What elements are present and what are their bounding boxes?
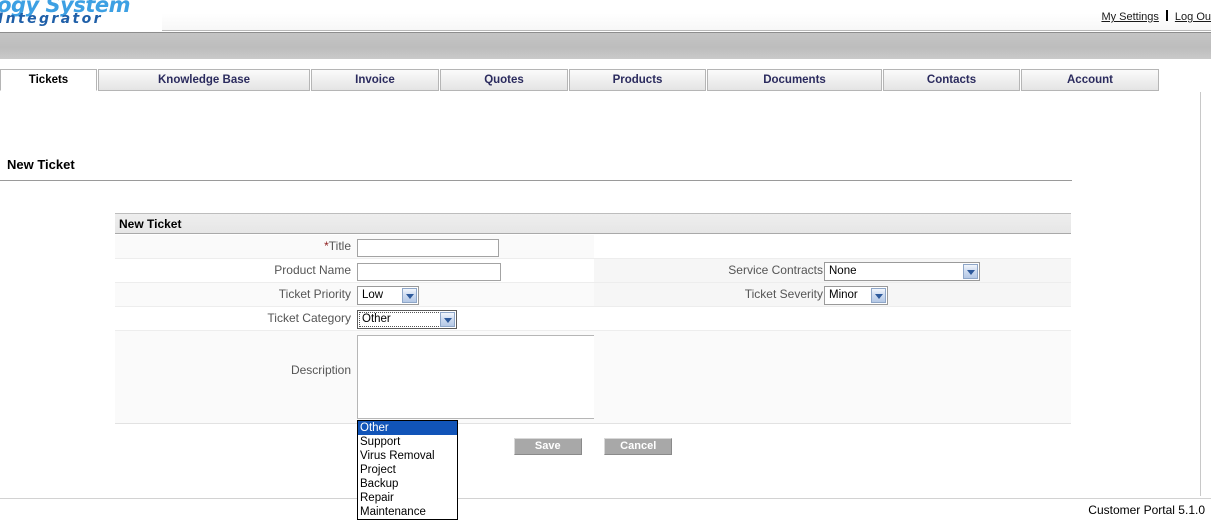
service-contracts-select[interactable]: None [824,262,980,281]
dropdown-option-support[interactable]: Support [358,435,457,449]
form-rows: *Title Product Name Service Contracts No… [115,235,1071,424]
ticket-priority-select[interactable]: Low [357,286,419,305]
ticket-category-dropdown-list[interactable]: Other Support Virus Removal Project Backup Re… [357,420,458,520]
tab-list: Tickets Knowledge Base Invoice Quotes Produc… [0,69,1160,91]
chevron-down-icon[interactable] [440,312,455,327]
chevron-down-icon[interactable] [963,264,978,279]
form-cell-ticket-severity: Ticket Severity Minor [594,283,1071,306]
title-field-wrap [357,238,499,257]
page-title-rule [0,180,1072,181]
form-cell-ticket-priority: Ticket Priority Low [115,283,594,306]
product-name-field-wrap [357,262,501,281]
company-logo: nology System Integrator [0,0,162,32]
service-contracts-value: None [829,265,857,277]
tab-quotes[interactable]: Quotes [440,69,568,91]
ticket-category-label: Ticket Category [267,311,351,325]
form-row-title: *Title [115,235,1071,259]
form-cell-product-name: Product Name [115,259,594,282]
ticket-severity-select[interactable]: Minor [824,286,888,305]
tab-contacts[interactable]: Contacts [883,69,1020,91]
form-cell-title-right [594,235,1071,258]
tab-products[interactable]: Products [569,69,706,91]
title-input[interactable] [357,239,499,257]
ticket-priority-field-wrap: Low [357,286,419,305]
form-row-ticket-category: Ticket Category Other [115,307,1071,331]
title-label-text: Title [328,239,351,253]
footer-rule [0,498,1211,499]
ticket-category-value: Other [362,313,391,325]
logo-text-secondary: Integrator [0,11,103,27]
form-cell-ticket-category: Ticket Category Other [115,307,594,330]
cancel-button[interactable]: Cancel [604,438,673,455]
product-name-input[interactable] [357,263,501,281]
form-cell-description: Description [115,331,691,423]
product-name-label: Product Name [274,263,351,277]
log-out-link[interactable]: Log Ou [1175,11,1211,23]
header-links: My Settings Log Ou [1101,10,1211,23]
ticket-priority-label: Ticket Priority [278,287,351,301]
form-cell-ticket-category-right [594,307,1071,330]
footer-version: Customer Portal 5.1.0 [1088,503,1205,517]
main-tab-bar: Tickets Knowledge Base Invoice Quotes Produc… [0,59,1211,92]
ticket-category-select[interactable]: Other [357,310,457,329]
header-gray-band [0,32,1211,59]
ticket-severity-label: Ticket Severity [744,287,823,301]
dropdown-option-project[interactable]: Project [358,463,457,477]
page-title: New Ticket [7,157,75,172]
form-row-product-service: Product Name Service Contracts None [115,259,1071,283]
content-area: New Ticket New Ticket *Title Product Nam… [0,92,1201,520]
tab-invoice[interactable]: Invoice [311,69,439,91]
dropdown-option-virus-removal[interactable]: Virus Removal [358,449,457,463]
service-contracts-label: Service Contracts [728,263,823,277]
content-right-border [1200,92,1201,496]
ticket-priority-value: Low [362,289,384,301]
dropdown-option-repair[interactable]: Repair [358,491,457,505]
my-settings-link[interactable]: My Settings [1101,11,1158,23]
dropdown-option-backup[interactable]: Backup [358,477,457,491]
form-cell-description-right [594,331,1071,423]
page-header: nology System Integrator My Settings Log … [0,0,1211,32]
ticket-severity-field-wrap: Minor [824,286,888,305]
form-cell-service-contracts: Service Contracts None [594,259,1071,282]
tab-tickets[interactable]: Tickets [0,69,97,91]
chevron-down-icon[interactable] [402,288,417,303]
description-label: Description [290,363,351,377]
tab-account[interactable]: Account [1021,69,1159,91]
form-panel-header: New Ticket [115,213,1071,234]
chevron-down-icon[interactable] [871,288,886,303]
tab-documents[interactable]: Documents [707,69,882,91]
form-row-description: Description [115,331,1071,424]
ticket-category-field-wrap: Other [357,310,457,329]
form-row-priority-severity: Ticket Priority Low Ticket Severity Mino… [115,283,1071,307]
dropdown-option-maintenance[interactable]: Maintenance [358,505,457,519]
link-separator [1165,10,1168,21]
service-contracts-field-wrap: None [824,262,980,281]
form-panel-title: New Ticket [119,217,182,231]
app-page: nology System Integrator My Settings Log … [0,0,1211,520]
save-button[interactable]: Save [513,438,582,455]
ticket-severity-value: Minor [829,289,858,301]
form-actions: Save Cancel [115,436,1071,455]
tab-knowledge-base[interactable]: Knowledge Base [98,69,310,91]
form-cell-title: *Title [115,235,594,258]
title-label: *Title [324,239,351,253]
dropdown-option-other[interactable]: Other [358,421,457,435]
